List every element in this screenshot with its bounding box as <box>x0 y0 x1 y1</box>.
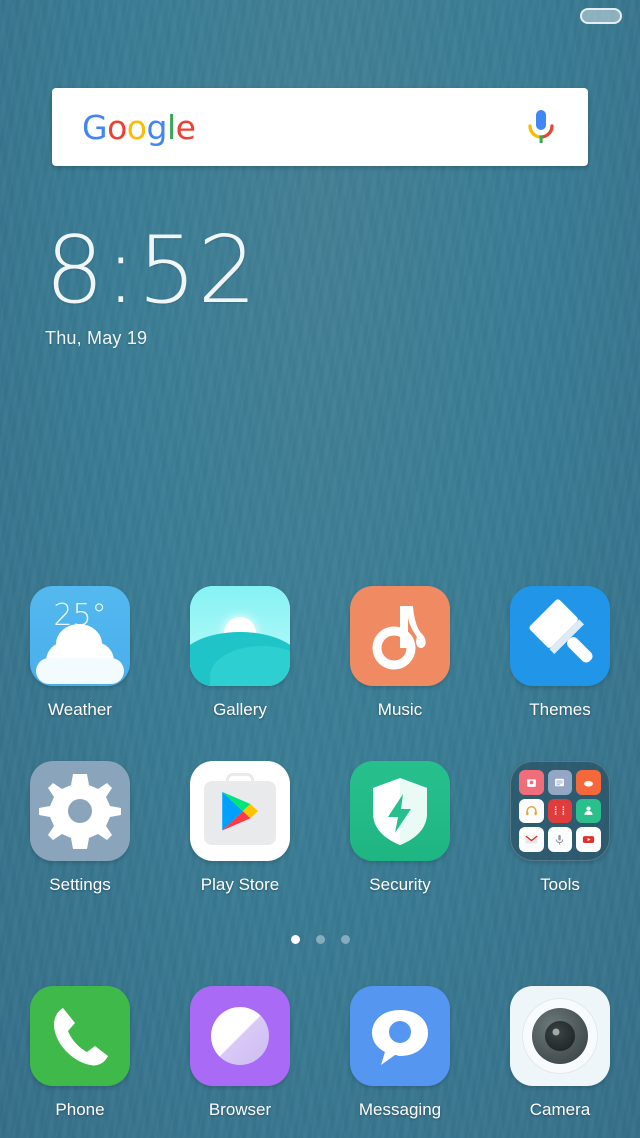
weather-icon[interactable]: 25° <box>30 586 130 686</box>
app-label-security: Security <box>369 875 431 894</box>
app-label-browser: Browser <box>208 1100 272 1119</box>
clock-date: Thu, May 19 <box>45 328 148 349</box>
camera-icon[interactable] <box>510 986 610 1086</box>
battery-icon <box>580 8 622 24</box>
microphone-icon[interactable] <box>524 107 558 147</box>
app-browser[interactable]: Browser <box>160 986 320 1120</box>
status-bar <box>0 0 640 30</box>
app-themes[interactable]: Themes <box>480 586 640 720</box>
app-label-settings: Settings <box>49 875 111 894</box>
camera-lens-glint <box>552 1028 560 1036</box>
app-label-play-store: Play Store <box>200 875 280 894</box>
app-play-store[interactable]: Play Store <box>160 761 320 895</box>
app-folder-tools[interactable]: Tools <box>480 761 640 895</box>
browser-icon[interactable] <box>190 986 290 1086</box>
google-logo-letter-5: l <box>166 107 176 147</box>
play-store-icon[interactable] <box>190 761 290 861</box>
app-settings[interactable]: Settings <box>0 761 160 895</box>
clock-time: 8:52 <box>45 216 258 324</box>
messaging-icon[interactable] <box>350 986 450 1086</box>
app-label-tools: Tools <box>540 875 580 894</box>
app-label-camera: Camera <box>529 1100 591 1119</box>
app-label-phone: Phone <box>55 1100 105 1119</box>
music-icon[interactable] <box>350 586 450 686</box>
phone-icon[interactable] <box>30 986 130 1086</box>
google-logo-letter-4: g <box>146 107 167 147</box>
app-phone[interactable]: Phone <box>0 986 160 1120</box>
page-dot-3[interactable] <box>340 935 350 944</box>
app-label-gallery: Gallery <box>213 700 267 719</box>
mi-gmail-icon <box>519 827 544 852</box>
app-label-weather: Weather <box>48 700 112 719</box>
browser-orb <box>211 1007 269 1065</box>
google-logo-letter-3: o <box>126 107 147 147</box>
themes-icon[interactable] <box>510 586 610 686</box>
mi-recorder-icon <box>547 827 573 852</box>
page-dot-1[interactable] <box>290 935 300 944</box>
app-label-messaging: Messaging <box>358 1100 442 1119</box>
mi-notes-icon <box>547 770 573 795</box>
app-row-1: 25° Weather Gallery Music Themes <box>0 586 640 720</box>
page-indicator <box>0 935 640 944</box>
gallery-icon[interactable] <box>190 586 290 686</box>
app-weather[interactable]: 25° Weather <box>0 586 160 720</box>
mi-video-player-icon <box>519 770 544 795</box>
dock: Phone Browser Messaging Camera <box>0 986 640 1120</box>
mi-film-icon <box>547 798 573 824</box>
mi-youtube-icon <box>576 827 601 852</box>
google-search-widget[interactable]: Google <box>52 88 588 166</box>
app-gallery[interactable]: Gallery <box>160 586 320 720</box>
app-label-themes: Themes <box>529 700 591 719</box>
cloud-shape-base <box>36 658 124 684</box>
google-logo-letter-1: G <box>82 107 108 147</box>
mi-weather-mini-icon <box>576 770 601 795</box>
google-logo: Google <box>82 107 196 147</box>
app-label-music: Music <box>377 700 423 719</box>
security-icon[interactable] <box>350 761 450 861</box>
camera-lens-inner <box>545 1021 575 1051</box>
home-screen: Google 8:52 Thu, May 19 25° Weather Gall… <box>0 0 640 1138</box>
app-row-2: Settings Play Store Security Tools <box>0 761 640 895</box>
app-messaging[interactable]: Messaging <box>320 986 480 1120</box>
google-logo-letter-2: o <box>107 107 127 147</box>
folder-icon[interactable] <box>510 761 610 861</box>
mi-music-headphones-icon <box>519 798 544 824</box>
app-camera[interactable]: Camera <box>480 986 640 1120</box>
page-dot-2[interactable] <box>315 935 325 944</box>
settings-icon[interactable] <box>30 761 130 861</box>
mi-contacts-icon <box>576 798 601 824</box>
app-security[interactable]: Security <box>320 761 480 895</box>
app-music[interactable]: Music <box>320 586 480 720</box>
google-logo-letter-6: e <box>175 107 196 147</box>
clock-widget[interactable]: 8:52 Thu, May 19 <box>45 216 258 349</box>
